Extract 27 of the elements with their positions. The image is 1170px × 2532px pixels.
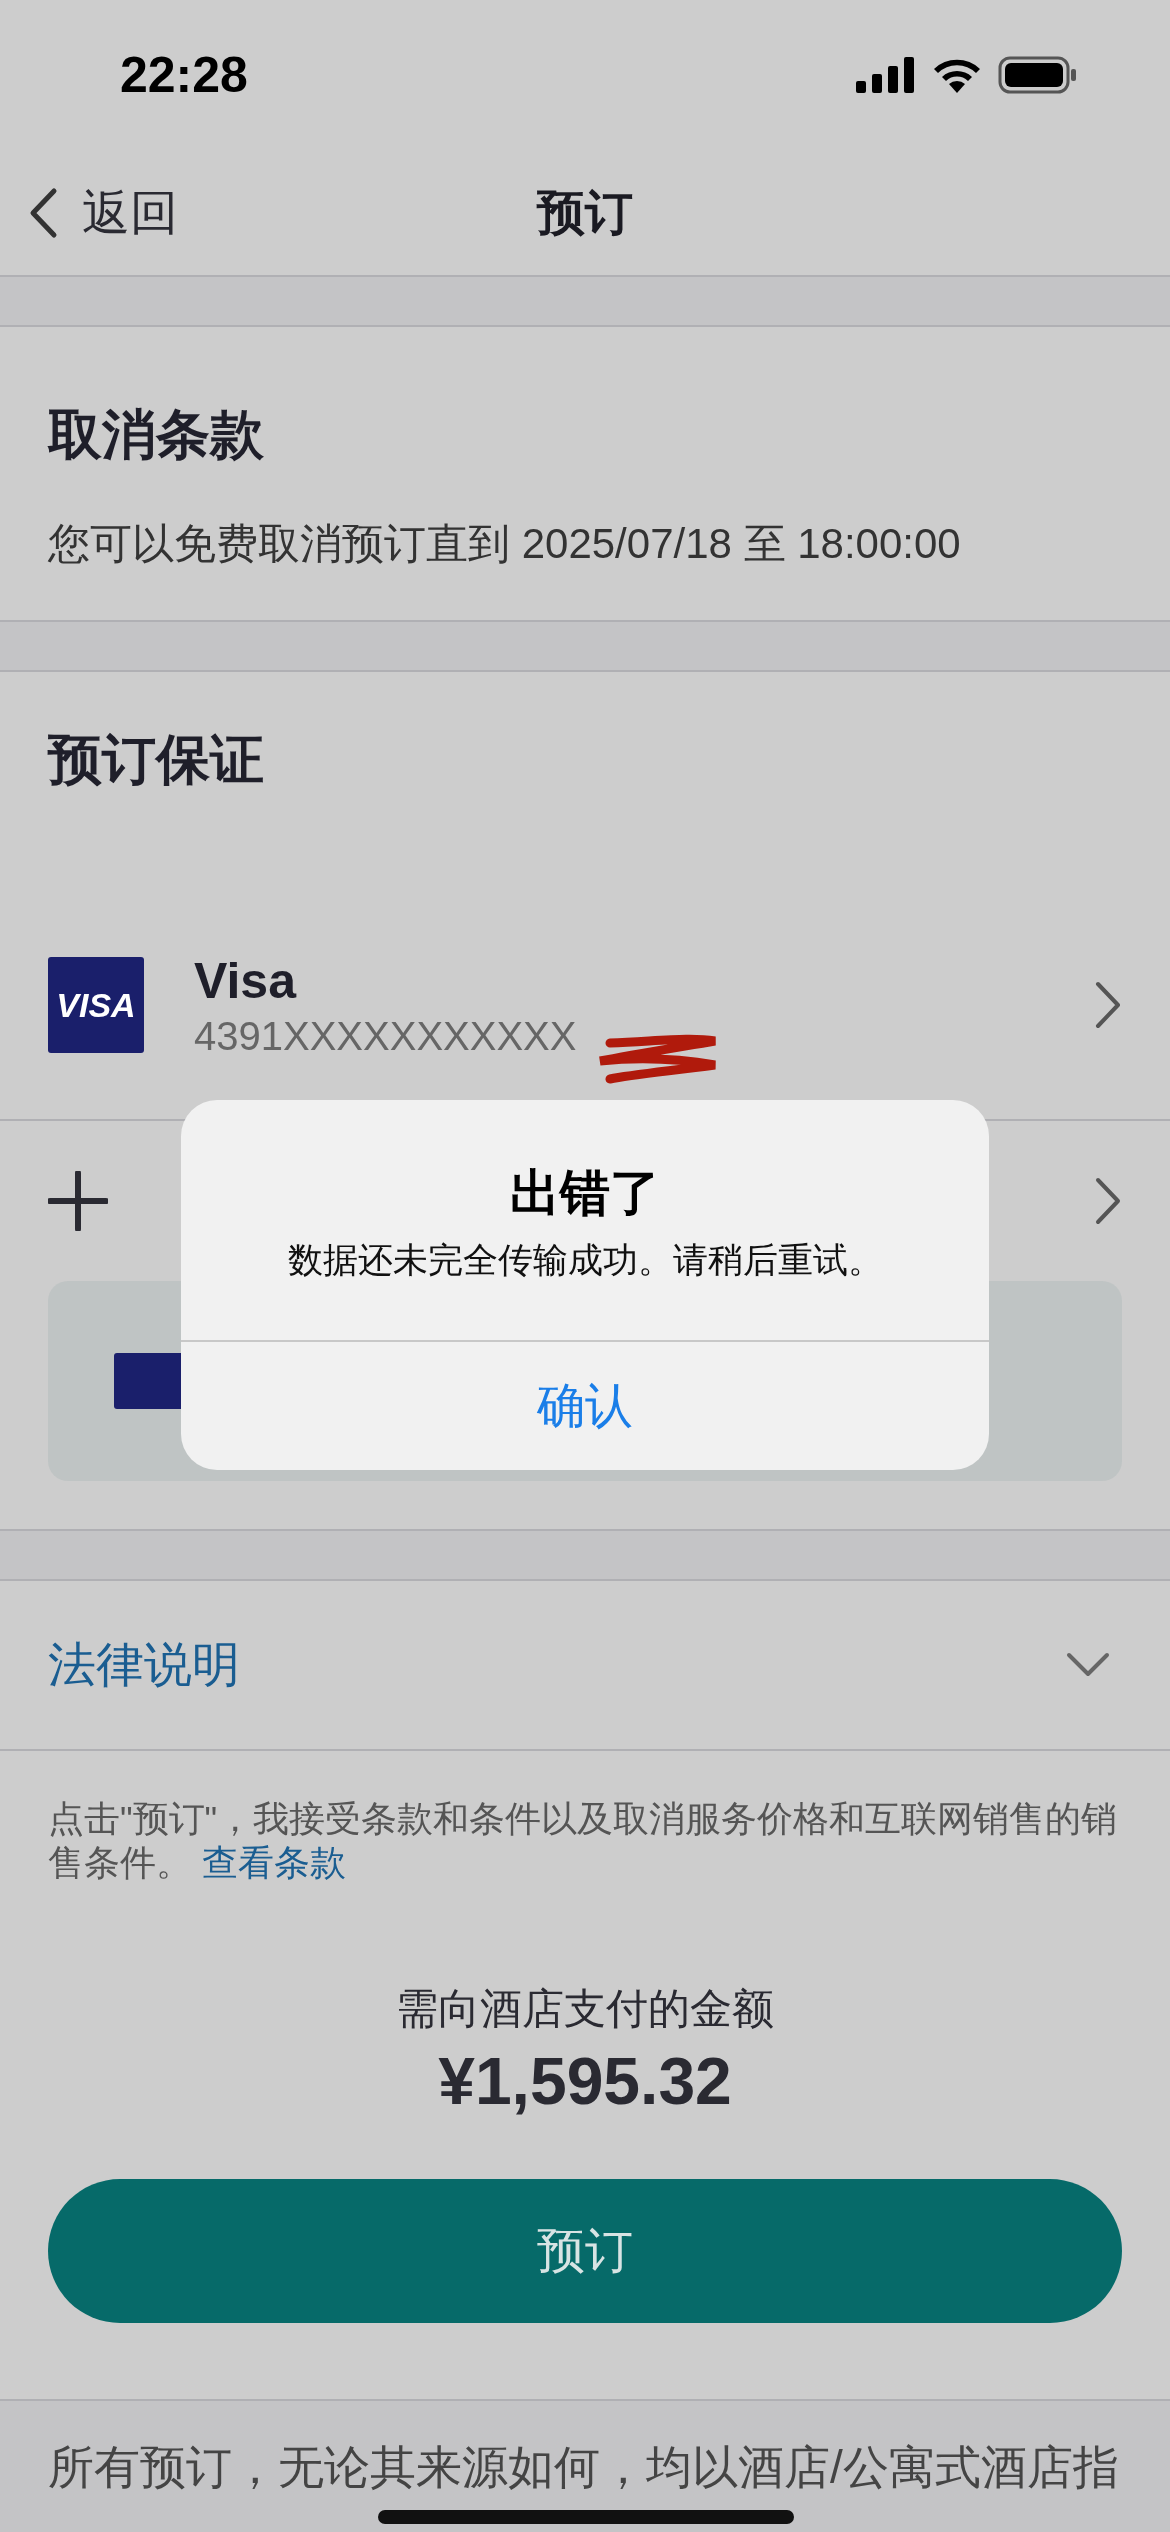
section-title: 取消条款 — [48, 403, 265, 466]
alert-title: 出错了 — [510, 1164, 660, 1223]
section-title: 预订保证 — [46, 728, 265, 791]
signal-icon — [856, 57, 916, 93]
chevron-right-icon — [1094, 980, 1122, 1030]
card-brand: Visa — [194, 951, 296, 1010]
back-button[interactable]: 返回 — [0, 180, 178, 245]
status-time: 22:28 — [120, 46, 248, 104]
book-button[interactable]: 预订 — [48, 2179, 1122, 2323]
confirm-button[interactable]: 确认 — [181, 1340, 989, 1470]
card-logo: VISA — [48, 957, 144, 1053]
battery-icon — [998, 56, 1078, 94]
cancellation-text: 您可以免费取消预订直到 2025/07/18 至 18:00:00 — [48, 519, 962, 569]
footer-text: 所有预订，无论其来源如何，均以酒店/公寓式酒店指 — [48, 2441, 1120, 2494]
page-title: 预订 — [537, 184, 633, 241]
plus-icon[interactable] — [48, 1171, 108, 1231]
legal-title: 法律说明 — [48, 1637, 240, 1693]
card-number: 4391XXXXXXXXXXX — [194, 1013, 577, 1059]
chevron-right-icon — [1094, 1176, 1122, 1226]
legal-notes-row[interactable]: 法律说明 — [0, 1581, 1170, 1751]
alert-message: 数据还未完全传输成功。请稍后重试。 — [287, 1239, 883, 1281]
back-chevron-icon — [28, 186, 58, 239]
view-terms-link[interactable]: 查看条款 — [201, 1843, 346, 1883]
total-label: 需向酒店支付的金额 — [396, 1984, 774, 2034]
total-amount: ¥1,595.32 — [438, 2043, 732, 2119]
terms-text: 点击"预订"，我接受条款和条件以及取消服务价格和互联网销售的销售条件。 查看条款 — [48, 1798, 1119, 1885]
wifi-icon — [932, 57, 982, 93]
